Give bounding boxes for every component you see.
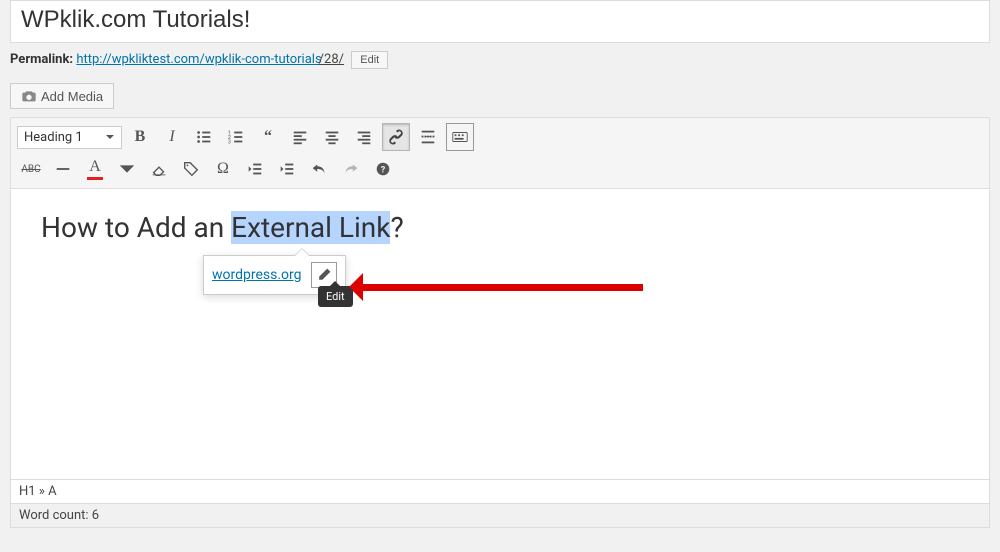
outdent-button[interactable] [241, 155, 269, 183]
outdent-icon [246, 160, 264, 178]
hr-button[interactable] [49, 155, 77, 183]
camera-icon [21, 88, 37, 104]
toolbar-toggle-button[interactable] [446, 123, 474, 151]
chevron-down-icon [118, 160, 136, 178]
title-wrapper [10, 0, 990, 43]
redo-button[interactable] [337, 155, 365, 183]
tag-icon [182, 160, 200, 178]
indent-icon [278, 160, 296, 178]
link-url[interactable]: wordpress.org [212, 267, 302, 283]
italic-button[interactable]: I [158, 123, 186, 151]
annotation-arrow [349, 273, 643, 301]
align-left-button[interactable] [286, 123, 314, 151]
status-path: H1 » A [10, 480, 990, 504]
post-title-input[interactable] [21, 6, 979, 34]
editor-body[interactable]: How to Add an External Link? wordpress.o… [11, 189, 989, 479]
permalink-link[interactable]: http://wpkliktest.com/wpklik-com-tutoria… [76, 52, 321, 67]
chevron-down-icon [105, 132, 115, 142]
align-left-icon [291, 128, 309, 146]
list-ul-icon [195, 128, 213, 146]
keyboard-icon [451, 128, 469, 146]
permalink-edit-button[interactable]: Edit [351, 51, 388, 69]
link-button[interactable] [382, 123, 410, 151]
permalink-id: /28/ [319, 52, 344, 67]
permalink-label: Permalink: [10, 52, 73, 67]
tag-button[interactable] [177, 155, 205, 183]
align-center-button[interactable] [318, 123, 346, 151]
svg-text:3: 3 [228, 139, 231, 145]
readmore-button[interactable] [414, 123, 442, 151]
eraser-icon [150, 160, 168, 178]
editor: Heading 1 B I 123 “ ABC A [10, 117, 990, 480]
undo-button[interactable] [305, 155, 333, 183]
word-count: Word count: 6 [10, 504, 990, 528]
help-icon: ? [374, 160, 392, 178]
text-color-button[interactable]: A [81, 155, 109, 183]
hr-icon [54, 160, 72, 178]
ol-button[interactable]: 123 [222, 123, 250, 151]
pencil-icon [316, 267, 332, 283]
bold-button[interactable]: B [126, 123, 154, 151]
align-right-button[interactable] [350, 123, 378, 151]
align-center-icon [323, 128, 341, 146]
strike-button[interactable]: ABC [17, 155, 45, 183]
ul-button[interactable] [190, 123, 218, 151]
special-char-button[interactable]: Ω [209, 155, 237, 183]
link-icon [387, 128, 405, 146]
permalink-row: Permalink: http://wpkliktest.com/wpklik-… [10, 51, 990, 69]
quote-button[interactable]: “ [254, 123, 282, 151]
add-media-button[interactable]: Add Media [10, 83, 114, 109]
tooltip-edit: Edit [318, 286, 353, 307]
text-color-dropdown[interactable] [113, 155, 141, 183]
clear-format-button[interactable] [145, 155, 173, 183]
redo-icon [342, 160, 360, 178]
toolbar: Heading 1 B I 123 “ ABC A [11, 118, 989, 189]
content-heading[interactable]: How to Add an External Link? [41, 211, 959, 244]
undo-icon [310, 160, 328, 178]
link-selection[interactable]: External Link [231, 211, 390, 244]
indent-button[interactable] [273, 155, 301, 183]
align-right-icon [355, 128, 373, 146]
format-select[interactable]: Heading 1 [17, 126, 122, 149]
svg-text:?: ? [381, 166, 386, 176]
help-button[interactable]: ? [369, 155, 397, 183]
list-ol-icon: 123 [227, 128, 245, 146]
readmore-icon [419, 128, 437, 146]
